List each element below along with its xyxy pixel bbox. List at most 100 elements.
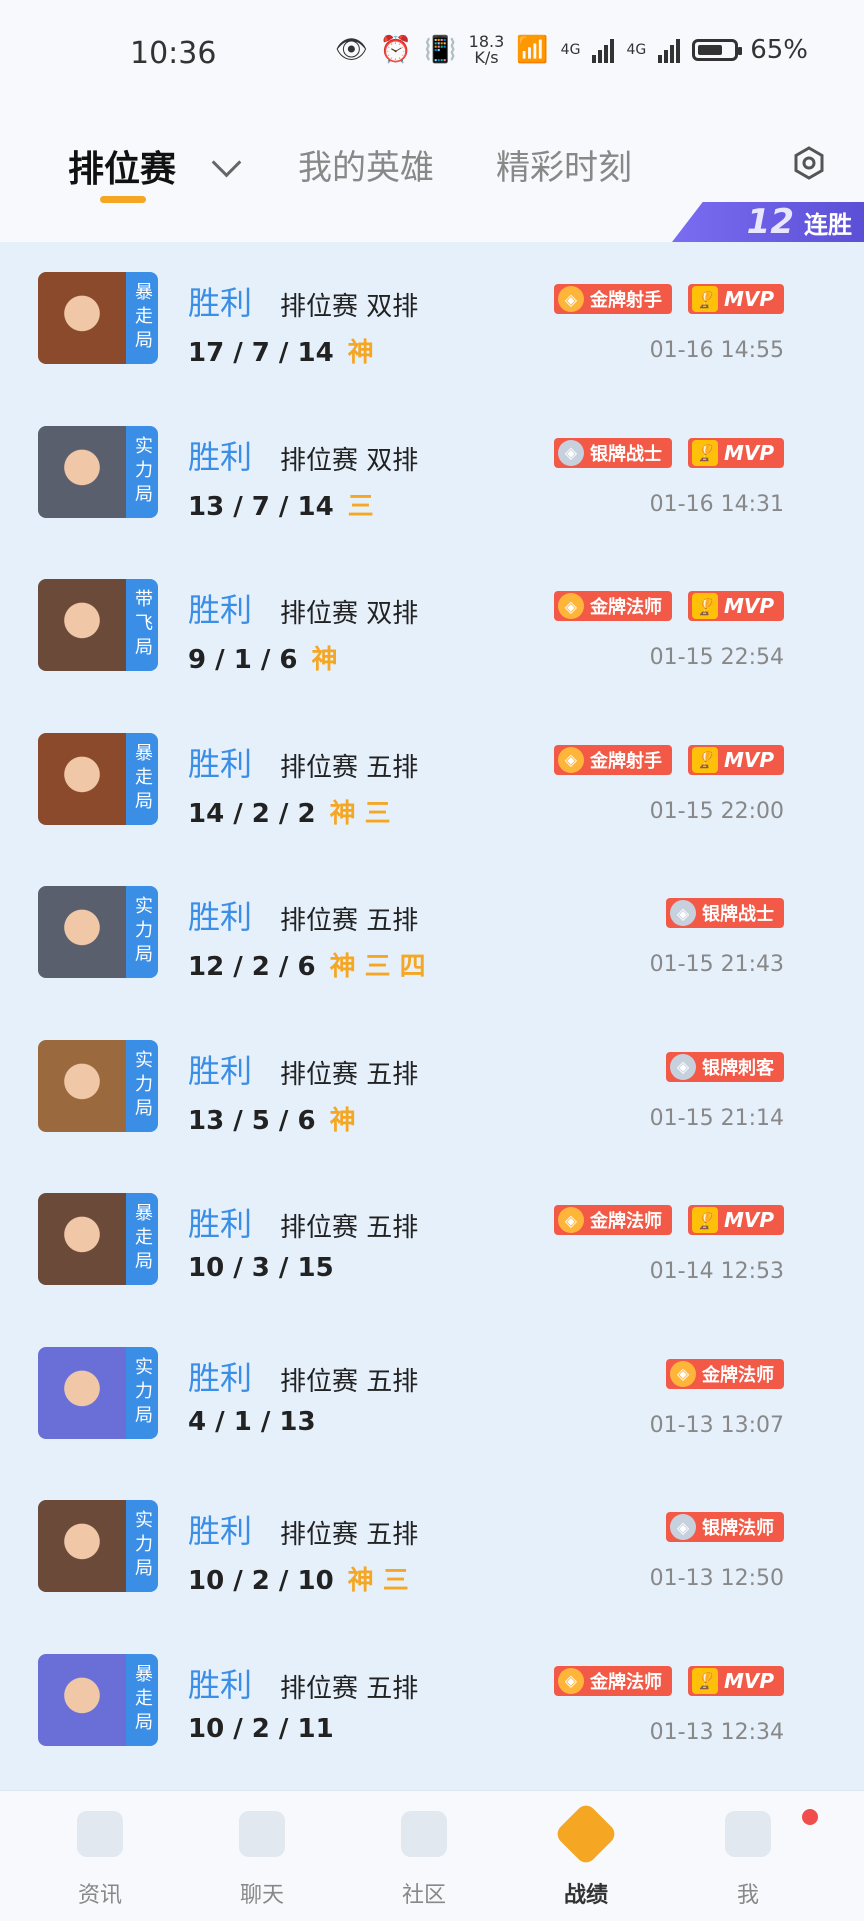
match-row[interactable]: 实力局 胜利 排位赛 五排 10 / 2 / 10 神 三 ◈ 银牌法师 01-13… [0,1470,864,1624]
match-mode-tag: 实力局 [126,1039,158,1132]
match-mode: 排位赛 双排 [280,445,419,476]
match-row[interactable]: 暴走局 胜利 排位赛 五排 10 / 2 / 11 ◈ 金牌法师 🏆 MVP 01-1… [0,1624,864,1778]
mvp-badge: 🏆 MVP [687,1665,784,1696]
hero-portrait [38,425,126,518]
match-mode: 排位赛 双排 [280,292,419,322]
badge-list: ◈ 金牌射手 🏆 MVP [553,284,784,314]
badge-list: ◈ 银牌刺客 [666,1051,784,1082]
medal-icon: ◈ [557,1667,584,1694]
mvp-badge: 🏆 MVP [687,744,784,775]
nav-item-1[interactable]: 聊天 [192,1791,332,1921]
kda: 4 / 1 / 13 [188,1407,330,1437]
hero-avatar[interactable]: 带飞局 [38,579,158,671]
match-row[interactable]: 实力局 胜利 排位赛 五排 13 / 5 / 6 神 ◈ 银牌刺客 01-15 21… [0,1010,864,1164]
medal-tags: 神 三 [347,1566,409,1596]
match-row[interactable]: 暴走局 胜利 排位赛 五排 14 / 2 / 2 神 三 ◈ 金牌射手 🏆 MVP 01… [0,703,864,857]
medal-tags: 神 [329,1105,356,1136]
nav-item-3[interactable]: 战绩 [516,1791,656,1921]
badge-label: 银牌战士 [589,443,662,465]
match-mode-tag: 实力局 [126,886,158,978]
match-row[interactable]: 实力局 胜利 排位赛 五排 4 / 1 / 13 ◈ 金牌法师 01-13 13:… [0,1317,864,1471]
match-mode: 排位赛 双排 [280,599,419,629]
tab-ranked[interactable]: 排位赛 [68,140,176,192]
medal-tags: 神 三 四 [329,952,426,982]
match-result: 胜利 [188,1358,253,1397]
hero-avatar[interactable]: 暴走局 [38,1653,158,1746]
badge-label: MVP [723,747,774,772]
medal-badge: ◈ 银牌法师 [666,1512,784,1542]
match-time: 01-15 21:43 [649,952,784,977]
match-mode: 排位赛 五排 [280,906,419,936]
trophy-icon: 🏆 [691,593,718,619]
kda: 9 / 1 / 6 神 [188,639,338,676]
settings-icon[interactable] [792,146,826,180]
badge-list: ◈ 金牌法师 [666,1358,784,1389]
signal-icon [592,37,615,63]
hero-avatar[interactable]: 实力局 [38,1500,158,1592]
status-bar: 10:36 👁 ⏰ 📳 18.3 K/s 📶 4G 4G 65% [0,0,864,110]
badge-list: ◈ 银牌战士 🏆 MVP [553,437,784,468]
hero-avatar[interactable]: 实力局 [38,1039,158,1132]
news-icon [77,1811,123,1857]
match-result: 胜利 [188,1665,253,1704]
trophy-icon: 🏆 [691,439,718,466]
match-time: 01-13 12:34 [649,1719,784,1745]
hero-avatar[interactable]: 实力局 [38,425,158,518]
kda: 12 / 2 / 6 神 三 四 [188,946,426,983]
wifi-icon: 📶 [516,35,549,65]
vibrate-icon: 📳 [424,35,457,65]
match-row[interactable]: 实力局 胜利 排位赛 五排 12 / 2 / 6 神 三 四 ◈ 银牌战士 01-1… [0,856,864,1010]
chevron-down-icon[interactable] [211,147,242,178]
kda-value: 10 / 2 / 11 [188,1713,334,1744]
streak-label: 连胜 [804,210,852,239]
match-mode-tag: 实力局 [126,1500,158,1592]
streak-number: 12 [746,202,794,242]
kda: 13 / 5 / 6 神 [188,1100,356,1137]
medal-badge: ◈ 金牌射手 [553,744,672,775]
medal-icon: ◈ [670,1360,696,1387]
nav-item-2[interactable]: 社区 [354,1791,494,1921]
medal-badge: ◈ 银牌战士 [553,437,672,468]
medal-badge: ◈ 金牌法师 [553,1665,672,1696]
badge-label: MVP [723,287,774,311]
match-mode-tag: 实力局 [126,425,158,518]
medal-tags: 神 三 [329,798,391,829]
match-time: 01-16 14:55 [649,338,784,363]
kda: 14 / 2 / 2 神 三 [188,793,391,830]
medal-badge: ◈ 金牌法师 [553,591,672,621]
hero-portrait [38,1193,126,1285]
network-speed: 18.3 K/s [468,32,505,67]
network-type-1: 4G [560,42,581,58]
match-mode: 排位赛 五排 [280,1059,419,1090]
badge-label: 金牌法师 [589,1671,662,1693]
nav-item-0[interactable]: 资讯 [30,1791,170,1921]
match-row[interactable]: 实力局 胜利 排位赛 双排 13 / 7 / 14 三 ◈ 银牌战士 🏆 MVP 01-… [0,396,864,550]
mvp-badge: 🏆 MVP [687,1205,784,1235]
hero-avatar[interactable]: 暴走局 [38,732,158,825]
match-row[interactable]: 带飞局 胜利 排位赛 双排 9 / 1 / 6 神 ◈ 金牌法师 🏆 MVP 01-15… [0,549,864,703]
medal-icon: ◈ [557,286,584,312]
tab-highlights[interactable]: 精彩时刻 [496,140,632,189]
match-mode: 排位赛 五排 [280,752,419,783]
match-row[interactable]: 暴走局 胜利 排位赛 双排 17 / 7 / 14 神 ◈ 金牌射手 🏆 MVP 01-… [0,242,864,396]
match-mode-tag: 暴走局 [126,272,158,364]
hero-portrait [38,732,126,825]
medal-icon: ◈ [557,593,584,619]
tab-my-heroes[interactable]: 我的英雄 [298,140,434,189]
medal-tags: 三 [347,491,374,522]
badge-label: MVP [723,1208,774,1232]
badge-label: 金牌法师 [702,1364,774,1386]
match-row[interactable]: 暴走局 胜利 排位赛 五排 10 / 3 / 15 ◈ 金牌法师 🏆 MVP 01-1… [0,1163,864,1317]
match-time: 01-16 14:31 [649,491,784,517]
hero-avatar[interactable]: 实力局 [38,886,158,978]
medal-tags: 神 [347,338,374,368]
medal-icon: ◈ [670,900,696,926]
hero-avatar[interactable]: 实力局 [38,1346,158,1439]
match-time: 01-13 12:50 [649,1566,784,1591]
nav-item-4[interactable]: 我 [678,1791,818,1921]
match-time: 01-15 21:14 [649,1105,784,1131]
hero-avatar[interactable]: 暴走局 [38,272,158,364]
hero-avatar[interactable]: 暴走局 [38,1193,158,1285]
kda-value: 14 / 2 / 2 [188,798,316,829]
eye-icon: 👁 [334,35,368,65]
